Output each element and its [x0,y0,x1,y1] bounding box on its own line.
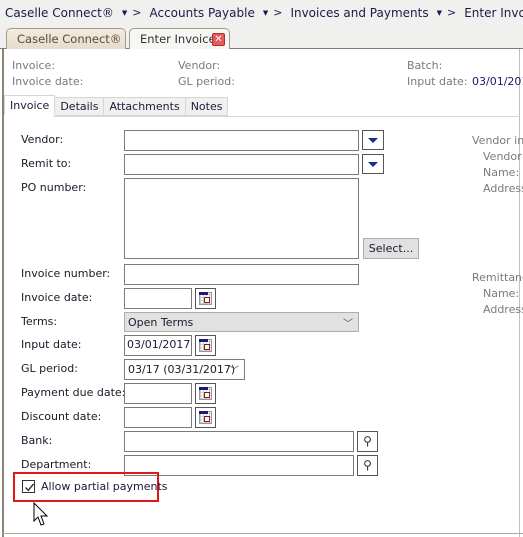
discount-date-input[interactable] [124,407,192,428]
vendor-input[interactable] [124,130,359,151]
calendar-icon [199,292,212,305]
subtab-divider [53,116,520,117]
calendar-icon [199,411,212,424]
bank-lookup-button[interactable]: ⚲ [357,431,378,452]
allow-partial-payments-checkbox[interactable] [22,480,35,493]
department-lookup-button[interactable]: ⚲ [357,455,378,476]
invoice-date-label: Invoice date: [21,291,93,304]
subtab-notes[interactable]: Notes [185,97,229,116]
breadcrumb-caselle-connect[interactable]: Caselle Connect® ▼ > [5,6,149,20]
summary-input-date-label: Input date: [407,75,468,88]
terms-label: Terms: [21,315,58,328]
breadcrumb-separator: > [273,6,283,19]
invoice-number-input[interactable] [124,264,359,285]
chevron-down-icon[interactable]: ▼ [437,9,442,17]
tab-caselle-connect[interactable]: Caselle Connect® [6,28,126,49]
calendar-icon [199,339,212,352]
payment-due-date-input[interactable] [124,383,192,404]
subtab-bar: Invoice Details Attachments Notes [4,95,229,116]
allow-partial-payments-label[interactable]: Allow partial payments [41,480,168,493]
chevron-down-icon: ﹀ [229,366,239,377]
tab-enter-invoices[interactable]: Enter Invoices ✕ [129,28,230,50]
terms-select[interactable]: Open Terms ﹀ [124,312,359,332]
summary-batch-label: Batch: [407,59,443,72]
summary-gl-period-label: GL period: [178,75,235,88]
breadcrumb-label[interactable]: Caselle Connect® [5,6,114,20]
terms-value: Open Terms [128,316,194,329]
vendor-info-address-label: Address [483,182,523,195]
invoice-number-label: Invoice number: [21,267,111,280]
breadcrumb-label[interactable]: Invoices and Payments [290,6,428,20]
remit-to-dropdown-button[interactable] [362,154,384,174]
summary-invoice-label: Invoice: [12,59,56,72]
vendor-info-heading: Vendor inf [472,134,523,147]
remittance-heading: Remittanc [472,271,523,284]
discount-date-calendar-button[interactable] [195,407,216,428]
vendor-info-name-label: Name: [483,166,520,179]
input-date-input[interactable]: 03/01/2017 [124,335,192,356]
calendar-icon [199,387,212,400]
input-date-label: Input date: [21,338,82,351]
po-number-label: PO number: [21,181,87,194]
breadcrumb-separator: > [132,6,142,19]
select-po-button[interactable]: Select... [363,238,419,259]
chevron-down-icon[interactable]: ▼ [122,9,127,17]
payment-due-date-calendar-button[interactable] [195,383,216,404]
close-icon[interactable]: ✕ [212,33,225,46]
vendor-label: Vendor: [21,133,64,146]
panel-border [2,533,523,534]
payment-due-date-label: Payment due date: [21,386,126,399]
invoice-date-input[interactable] [124,288,192,309]
breadcrumb-label[interactable]: Enter Invoices [464,6,523,20]
bank-input[interactable] [124,431,354,452]
breadcrumb: Caselle Connect® ▼ > Accounts Payable ▼ > In… [0,0,523,25]
remit-to-input[interactable] [124,154,359,175]
mouse-cursor-icon [33,502,49,526]
bank-label: Bank: [21,434,53,447]
tab-label: Enter Invoices [140,32,222,46]
gl-period-select[interactable]: 03/17 (03/31/2017) ﹀ [124,359,245,380]
summary-invoice-date-label: Invoice date: [12,75,84,88]
breadcrumb-enter-invoices[interactable]: Enter Invoices [464,6,523,20]
department-label: Department: [21,458,92,471]
summary-vendor-label: Vendor: [178,59,221,72]
checkmark-icon [25,483,35,492]
gl-period-value: 03/17 (03/31/2017) [128,363,236,376]
subtab-invoice[interactable]: Invoice [4,95,56,115]
breadcrumb-separator: > [446,6,457,19]
input-date-calendar-button[interactable] [195,335,216,356]
binoculars-icon: ⚲ [363,458,372,472]
chevron-down-icon[interactable]: ▼ [263,9,268,17]
vendor-dropdown-button[interactable] [362,130,384,150]
breadcrumb-label[interactable]: Accounts Payable [149,6,254,20]
remittance-name-label: Name: [483,287,520,300]
binoculars-icon: ⚲ [363,434,372,448]
summary-input-date-value: 03/01/201 [472,75,523,88]
chevron-down-icon: ﹀ [343,319,353,330]
remittance-address-label: Address [483,303,523,316]
remit-to-label: Remit to: [21,157,72,170]
subtab-attachments[interactable]: Attachments [104,97,186,116]
tab-label: Caselle Connect® [17,32,122,46]
document-tabstrip: Caselle Connect® Enter Invoices ✕ [0,25,523,50]
breadcrumb-accounts-payable[interactable]: Accounts Payable ▼ > [149,6,290,20]
vendor-info-vendor-label: Vendor [483,150,522,163]
subtab-details[interactable]: Details [55,97,105,116]
breadcrumb-invoices-payments[interactable]: Invoices and Payments ▼ > [290,6,464,20]
gl-period-label: GL period: [21,362,78,375]
po-number-textarea[interactable] [124,178,359,259]
invoice-date-calendar-button[interactable] [195,288,216,309]
discount-date-label: Discount date: [21,410,102,423]
